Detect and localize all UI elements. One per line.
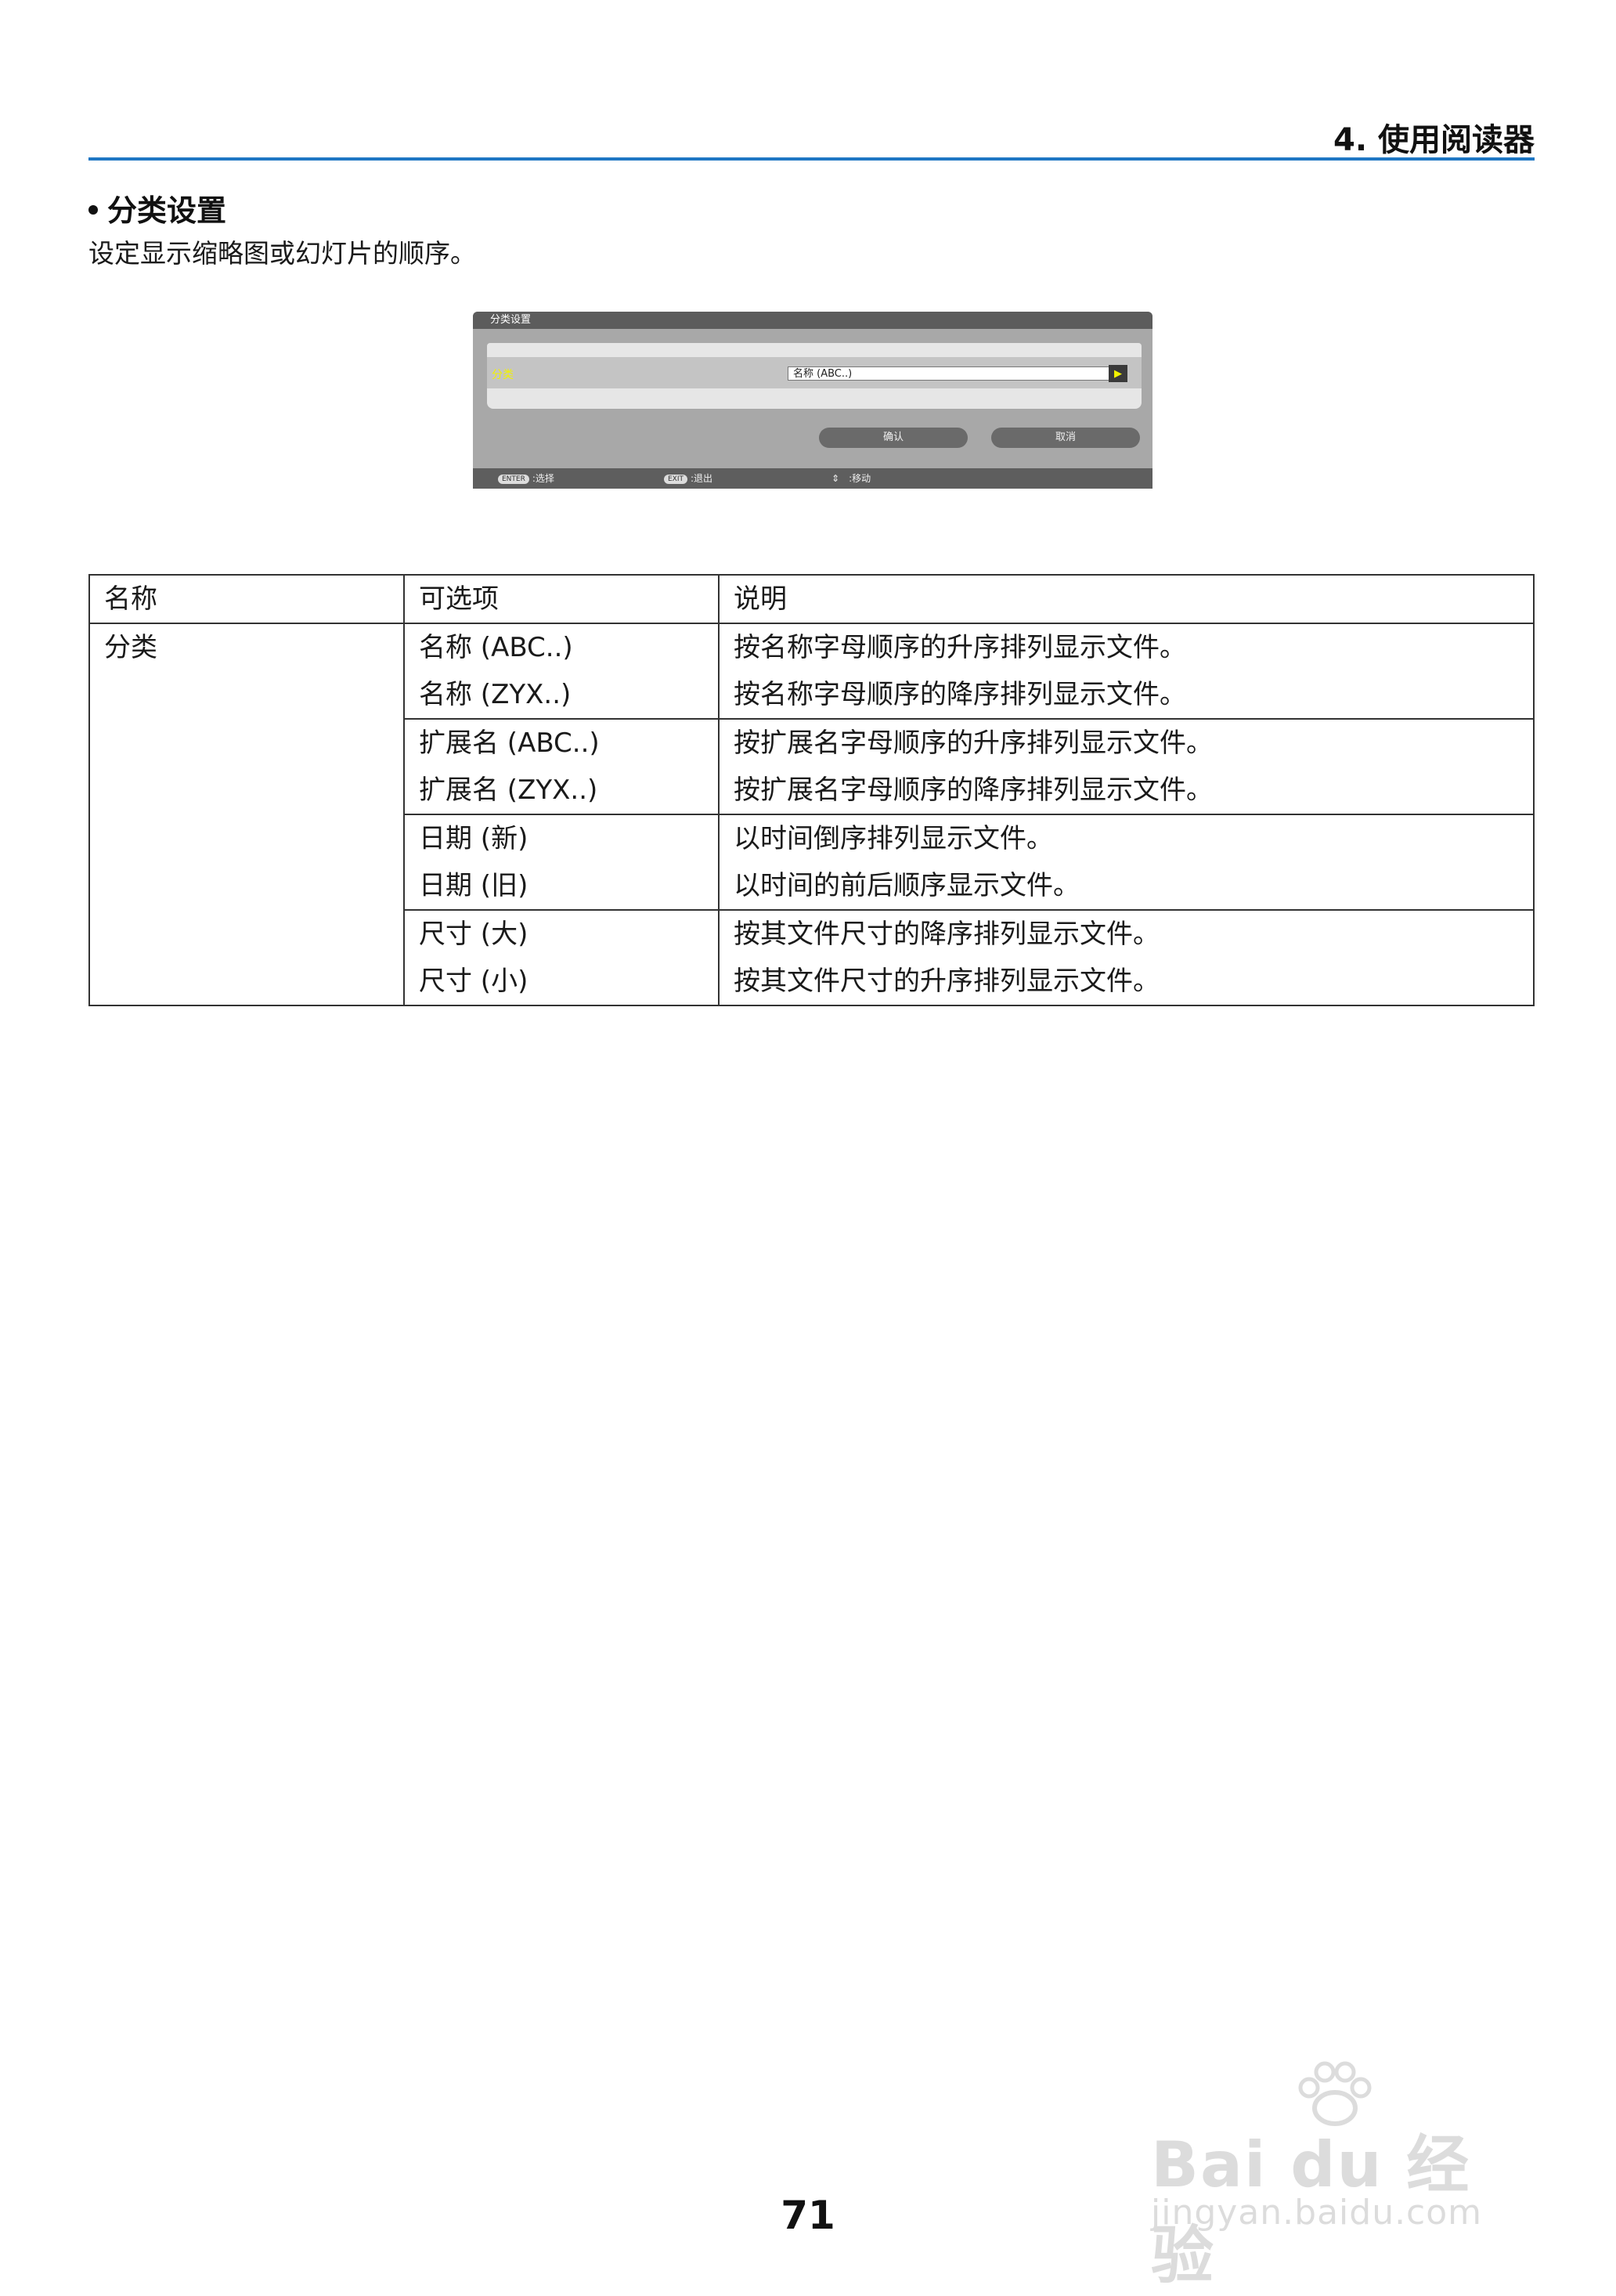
dialog-panel-top [487,343,1142,357]
section-heading: 分类设置 [88,186,226,229]
description-item: 以时间的前后顺序显示文件。 [734,870,1080,901]
section-title: 分类设置 [107,193,227,228]
description-item: 按其文件尺寸的升序排列显示文件。 [734,966,1160,997]
enter-key-icon: ENTER [498,474,529,484]
header-description: 说明 [718,574,1535,624]
header-options: 可选项 [403,574,720,624]
dialog-footer: ENTER:选择 EXIT:退出 ⇕:移动 [473,468,1152,489]
dialog-panel-bottom [487,388,1142,409]
up-down-arrow-icon: ⇕ [831,473,840,484]
option-item: 名称 (ABC..) [419,632,573,663]
description-group: 以时间倒序排列显示文件。 以时间的前后顺序显示文件。 [718,814,1535,911]
cancel-button[interactable]: 取消 [991,428,1140,448]
option-item: 日期 (新) [419,823,528,854]
option-item: 名称 (ZYX..) [419,679,572,710]
description-item: 按名称字母顺序的降序排列显示文件。 [734,679,1186,710]
option-item: 尺寸 (大) [419,919,528,950]
option-item: 日期 (旧) [419,870,528,901]
setting-name: 分类 [88,623,405,1006]
footer-move-hint: ⇕:移动 [831,473,871,484]
table-header-row: 名称 可选项 说明 [88,574,1535,624]
description-item: 按其文件尺寸的降序排列显示文件。 [734,919,1160,950]
header-name: 名称 [88,574,405,624]
footer-exit-hint: EXIT:退出 [664,468,712,489]
description-item: 按名称字母顺序的升序排列显示文件。 [734,632,1186,663]
option-group: 名称 (ABC..) 名称 (ZYX..) [403,623,720,720]
description-group: 按其文件尺寸的降序排列显示文件。 按其文件尺寸的升序排列显示文件。 [718,909,1535,1006]
page-number: 71 [781,2193,835,2238]
dialog-sort-value[interactable]: 名称 (ABC..) [788,366,1112,381]
table-row: 分类 名称 (ABC..) 名称 (ZYX..) 按名称字母顺序的升序排列显示文… [88,623,1535,1006]
option-group: 扩展名 (ABC..) 扩展名 (ZYX..) [403,718,720,815]
description-item: 按扩展名字母顺序的降序排列显示文件。 [734,774,1213,806]
dialog-title: 分类设置 [473,312,1152,329]
option-item: 尺寸 (小) [419,966,528,997]
exit-key-icon: EXIT [664,474,688,484]
sort-settings-dialog: 分类设置 分类 名称 (ABC..) ▶ 确认 取消 ENTER:选择 EXIT… [473,312,1152,489]
dialog-sort-label: 分类 [492,369,514,381]
description-group: 按扩展名字母顺序的升序排列显示文件。 按扩展名字母顺序的降序排列显示文件。 [718,718,1535,815]
footer-enter-hint: ENTER:选择 [498,468,554,489]
play-arrow-icon[interactable]: ▶ [1109,365,1127,382]
description-item: 以时间倒序排列显示文件。 [734,823,1053,854]
option-item: 扩展名 (ABC..) [419,727,600,759]
option-group: 尺寸 (大) 尺寸 (小) [403,909,720,1006]
ok-button[interactable]: 确认 [819,428,968,448]
bullet-icon [88,204,98,215]
section-intro: 设定显示缩略图或幻灯片的顺序。 [88,238,476,269]
description-item: 按扩展名字母顺序的升序排列显示文件。 [734,727,1213,759]
chapter-title: 4. 使用阅读器 [1333,122,1535,158]
option-item: 扩展名 (ZYX..) [419,774,598,806]
option-group: 日期 (新) 日期 (旧) [403,814,720,911]
options-table: 名称 可选项 说明 分类 名称 (ABC..) 名称 (ZYX..) 按名称字母… [88,574,1535,1006]
description-group: 按名称字母顺序的升序排列显示文件。 按名称字母顺序的降序排列显示文件。 [718,623,1535,720]
header-rule [88,157,1535,161]
